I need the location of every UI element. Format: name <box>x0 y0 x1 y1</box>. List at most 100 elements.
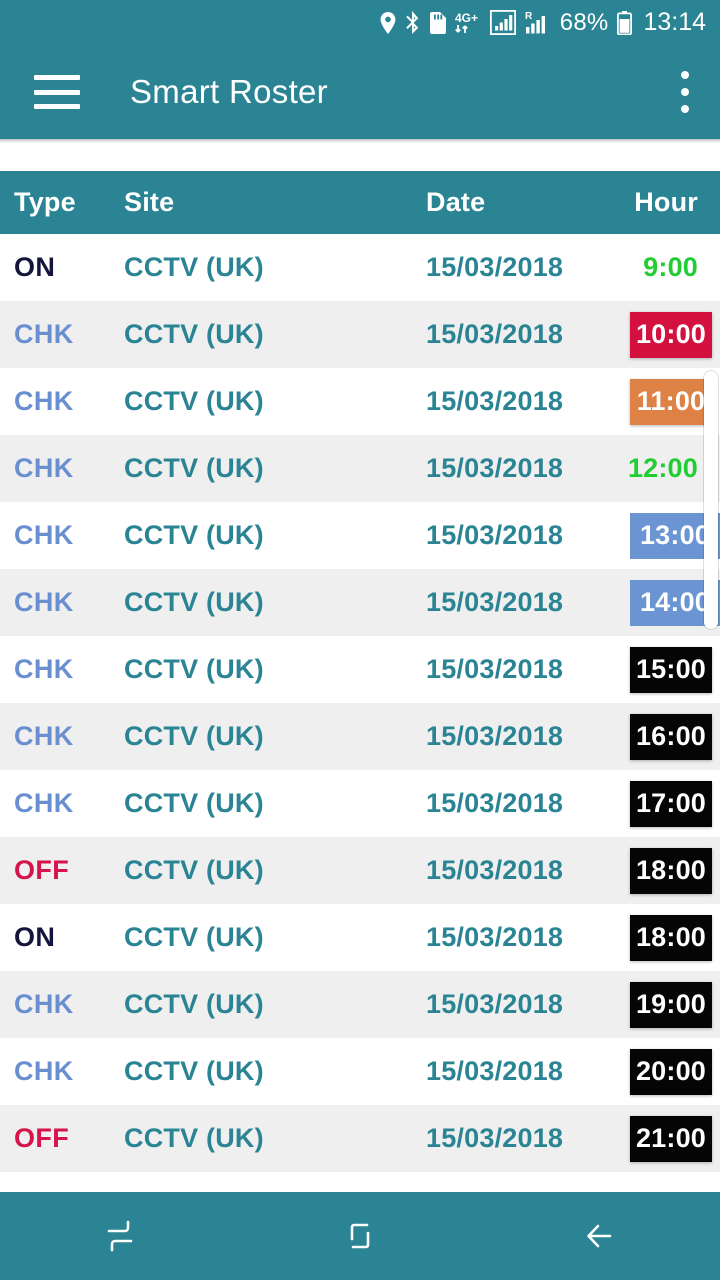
table-row[interactable]: CHK CCTV (UK) 15/03/2018 10:00 <box>0 301 720 368</box>
table-body: ON CCTV (UK) 15/03/2018 9:00 CHK CCTV (UK) 15/… <box>0 234 720 1172</box>
network-4gplus-icon: 4G+ <box>455 10 481 36</box>
roaming-signal-icon: R <box>525 10 551 36</box>
cell-site: CCTV (UK) <box>124 252 264 282</box>
cell-date: 15/03/2018 <box>426 252 564 282</box>
cell-hour: 15:00 <box>630 646 712 693</box>
overflow-menu-icon[interactable] <box>680 71 690 113</box>
battery-percent-label: 68% <box>559 8 609 36</box>
column-header-hour: Hour <box>634 187 698 217</box>
cell-date: 15/03/2018 <box>426 587 564 617</box>
cell-site: CCTV (UK) <box>124 1123 264 1153</box>
cell-date: 15/03/2018 <box>426 453 564 483</box>
table-row[interactable]: CHK CCTV (UK) 15/03/2018 12:00 <box>0 435 720 502</box>
cell-type: CHK <box>14 319 74 349</box>
cell-site: CCTV (UK) <box>124 855 264 885</box>
battery-icon <box>617 10 633 36</box>
cell-date: 15/03/2018 <box>426 721 564 751</box>
cell-type: CHK <box>14 520 74 550</box>
content-top-gap <box>0 139 720 171</box>
back-arrow-icon[interactable] <box>540 1192 660 1280</box>
system-navigation-bar <box>0 1192 720 1280</box>
toolbar-shadow <box>0 139 720 143</box>
column-header-type: Type <box>14 187 76 217</box>
table-row[interactable]: CHK CCTV (UK) 15/03/2018 15:00 <box>0 636 720 703</box>
hamburger-bar <box>34 75 80 80</box>
cell-type: ON <box>14 252 56 282</box>
cell-type: OFF <box>14 855 70 885</box>
table-row[interactable]: CHK CCTV (UK) 15/03/2018 13:00 <box>0 502 720 569</box>
hamburger-menu-icon[interactable] <box>34 75 80 109</box>
cell-hour: 12:00 <box>627 453 698 483</box>
overflow-dot <box>681 71 689 79</box>
cell-hour: 16:00 <box>630 713 712 760</box>
cell-date: 15/03/2018 <box>426 1056 564 1086</box>
cell-type: CHK <box>14 386 74 416</box>
cell-site: CCTV (UK) <box>124 922 264 952</box>
cell-site: CCTV (UK) <box>124 654 264 684</box>
recents-icon[interactable] <box>60 1192 180 1280</box>
cell-site: CCTV (UK) <box>124 1056 264 1086</box>
cell-type: CHK <box>14 453 74 483</box>
column-header-site: Site <box>124 187 175 217</box>
sd-card-icon <box>429 10 446 36</box>
cell-date: 15/03/2018 <box>426 855 564 885</box>
cell-date: 15/03/2018 <box>426 989 564 1019</box>
cell-type: ON <box>14 922 56 952</box>
cell-site: CCTV (UK) <box>124 453 264 483</box>
cell-site: CCTV (UK) <box>124 587 264 617</box>
table-row[interactable]: OFF CCTV (UK) 15/03/2018 18:00 <box>0 837 720 904</box>
cell-hour: 17:00 <box>630 780 712 827</box>
cell-hour: 21:00 <box>630 1115 712 1162</box>
cell-type: OFF <box>14 1123 70 1153</box>
cell-type: CHK <box>14 587 74 617</box>
cell-hour: 18:00 <box>630 847 712 894</box>
home-icon[interactable] <box>300 1192 420 1280</box>
status-bar: 4G+ R 68% 13:14 <box>0 0 720 45</box>
cell-hour: 18:00 <box>630 914 712 961</box>
clock-label: 13:14 <box>643 8 706 36</box>
table-row[interactable]: CHK CCTV (UK) 15/03/2018 11:00 <box>0 368 720 435</box>
svg-text:4G+: 4G+ <box>455 11 478 25</box>
table-row[interactable]: CHK CCTV (UK) 15/03/2018 20:00 <box>0 1038 720 1105</box>
vertical-scrollbar[interactable] <box>704 371 718 629</box>
cell-hour: 19:00 <box>630 981 712 1028</box>
location-icon <box>380 10 396 36</box>
cell-site: CCTV (UK) <box>124 520 264 550</box>
cell-type: CHK <box>14 1056 74 1086</box>
cell-date: 15/03/2018 <box>426 520 564 550</box>
table-row[interactable]: ON CCTV (UK) 15/03/2018 18:00 <box>0 904 720 971</box>
cell-site: CCTV (UK) <box>124 721 264 751</box>
roster-table[interactable]: Type Site Date Hour ON CCTV (UK) 15/03/201… <box>0 171 720 1191</box>
cell-date: 15/03/2018 <box>426 1123 564 1153</box>
cell-hour: 10:00 <box>630 311 712 358</box>
cell-date: 15/03/2018 <box>426 654 564 684</box>
app-toolbar: Smart Roster <box>0 45 720 139</box>
table-header-row: Type Site Date Hour <box>0 171 720 234</box>
table-row[interactable]: CHK CCTV (UK) 15/03/2018 17:00 <box>0 770 720 837</box>
cell-date: 15/03/2018 <box>426 788 564 818</box>
cell-type: CHK <box>14 989 74 1019</box>
cell-site: CCTV (UK) <box>124 386 264 416</box>
page-title: Smart Roster <box>130 73 328 110</box>
table-row[interactable]: CHK CCTV (UK) 15/03/2018 19:00 <box>0 971 720 1038</box>
cell-date: 15/03/2018 <box>426 922 564 952</box>
cell-site: CCTV (UK) <box>124 788 264 818</box>
cell-site: CCTV (UK) <box>124 319 264 349</box>
cell-type: CHK <box>14 788 74 818</box>
table-row[interactable]: ON CCTV (UK) 15/03/2018 9:00 <box>0 234 720 301</box>
cell-hour: 9:00 <box>643 252 698 282</box>
overflow-dot <box>681 105 689 113</box>
cell-hour: 20:00 <box>630 1048 712 1095</box>
table-row[interactable]: OFF CCTV (UK) 15/03/2018 21:00 <box>0 1105 720 1172</box>
cell-date: 15/03/2018 <box>426 319 564 349</box>
table-row[interactable]: CHK CCTV (UK) 15/03/2018 14:00 <box>0 569 720 636</box>
app-root: 4G+ R 68% 13:14 Smart Roster Type Site D… <box>0 0 720 1280</box>
table-row[interactable]: CHK CCTV (UK) 15/03/2018 16:00 <box>0 703 720 770</box>
column-header-date: Date <box>426 187 486 217</box>
svg-text:R: R <box>525 11 533 22</box>
bluetooth-icon <box>405 10 420 36</box>
cell-type: CHK <box>14 654 74 684</box>
hamburger-bar <box>34 104 80 109</box>
signal-bars-icon <box>489 10 516 36</box>
cell-type: CHK <box>14 721 74 751</box>
